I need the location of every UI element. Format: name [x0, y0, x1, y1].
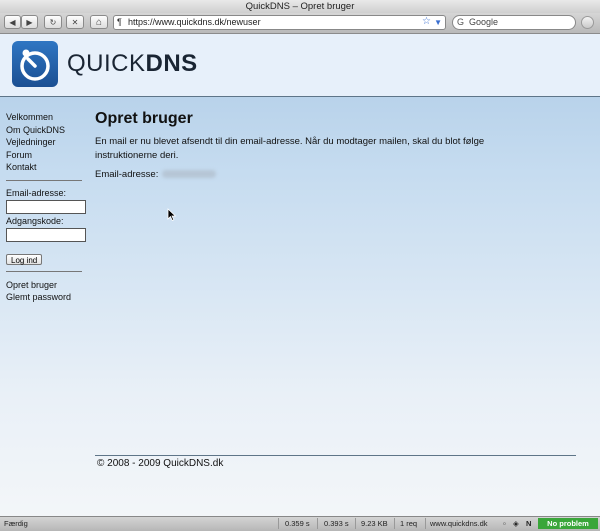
nav-link-velkommen[interactable]: Velkommen: [6, 111, 86, 124]
search-box[interactable]: G Google: [452, 15, 576, 30]
email-label: Email-adresse:: [6, 187, 67, 198]
footer-divider: [95, 455, 576, 456]
status-divider: [317, 518, 318, 529]
reload-icon: ↻: [49, 18, 57, 27]
page-size: 9.23 KB: [361, 519, 388, 528]
load-time-2: 0.393 s: [324, 519, 349, 528]
status-divider: [278, 518, 279, 529]
bookmark-star-icon[interactable]: ☆: [422, 15, 431, 28]
url-bar[interactable]: ¶ https://www.quickdns.dk/newuser ☆ ▼: [113, 15, 446, 30]
status-badge[interactable]: No problem: [538, 518, 598, 529]
extension-n-icon[interactable]: N: [526, 519, 531, 528]
status-divider: [425, 518, 426, 529]
reload-button[interactable]: ↻: [44, 15, 62, 29]
forward-button[interactable]: ▶: [21, 15, 38, 29]
search-engine-icon[interactable]: G: [457, 16, 464, 29]
lock-icon[interactable]: ▫: [503, 519, 506, 528]
redacted-email: [162, 170, 217, 179]
sidebar-divider: [6, 179, 82, 181]
page-title: Opret bruger: [95, 110, 193, 127]
email-field[interactable]: [6, 199, 86, 214]
confirmation-message: En mail er nu blevet afsendt til din ema…: [95, 136, 485, 161]
email-row: Email-adresse:: [95, 169, 585, 180]
window-title: QuickDNS – Opret bruger: [245, 1, 355, 12]
stop-button[interactable]: ✕: [66, 15, 84, 29]
sidebar-divider: [6, 270, 82, 272]
request-count: 1 req: [400, 519, 418, 528]
back-icon: ◀: [9, 18, 16, 27]
web-page: QUICKDNS Velkommen Om QuickDNS Vejlednin…: [0, 34, 600, 516]
window-titlebar: QuickDNS – Opret bruger: [0, 0, 600, 13]
nav-link-forum[interactable]: Forum: [6, 149, 86, 162]
activity-indicator-icon: [581, 16, 594, 29]
logo-text-dns: DNS: [145, 50, 198, 77]
login-button[interactable]: Log ind: [6, 253, 43, 265]
logo-icon[interactable]: [12, 41, 58, 87]
status-text: Færdig: [4, 519, 28, 528]
password-label: Adgangskode:: [6, 215, 64, 226]
email-row-label: Email-adresse:: [95, 169, 159, 180]
home-icon: ⌂: [95, 17, 103, 28]
history-dropdown-icon[interactable]: ▼: [434, 16, 442, 29]
status-bar: Færdig 0.359 s 0.393 s 9.23 KB 1 req www…: [0, 516, 600, 531]
status-divider: [394, 518, 395, 529]
status-divider: [355, 518, 356, 529]
logo-text-quick: QUICK: [67, 50, 146, 77]
url-text[interactable]: https://www.quickdns.dk/newuser: [128, 16, 261, 29]
logo-wordmark[interactable]: QUICKDNS: [67, 50, 198, 78]
noscript-icon[interactable]: ◈: [513, 519, 519, 528]
load-time-1: 0.359 s: [285, 519, 310, 528]
browser-toolbar: ◀ ▶ ↻ ✕ ⌂ ¶ https://www.quickdns.dk/newu…: [0, 13, 600, 34]
sidebar: Velkommen Om QuickDNS Vejledninger Forum…: [6, 111, 86, 304]
nav-link-om-quickdns[interactable]: Om QuickDNS: [6, 124, 86, 137]
mouse-pointer-icon: [167, 208, 177, 222]
forgot-password-link[interactable]: Glemt password: [6, 291, 86, 304]
nav-link-vejledninger[interactable]: Vejledninger: [6, 136, 86, 149]
logo-mark-icon: [20, 49, 50, 81]
search-placeholder: Google: [469, 17, 499, 27]
forward-icon: ▶: [26, 18, 33, 27]
stop-icon: ✕: [71, 18, 79, 27]
password-field[interactable]: [6, 227, 86, 242]
nav-link-kontakt[interactable]: Kontakt: [6, 161, 86, 174]
main-content: Opret bruger En mail er nu blevet afsend…: [95, 110, 585, 180]
home-button[interactable]: ⌂: [90, 15, 108, 29]
site-header: QUICKDNS: [0, 34, 600, 97]
status-host: www.quickdns.dk: [430, 519, 488, 528]
create-user-link[interactable]: Opret bruger: [6, 279, 86, 292]
footer-copyright: © 2008 - 2009 QuickDNS.dk: [97, 458, 224, 469]
back-button[interactable]: ◀: [4, 15, 21, 29]
site-identity-icon[interactable]: ¶: [117, 16, 122, 29]
